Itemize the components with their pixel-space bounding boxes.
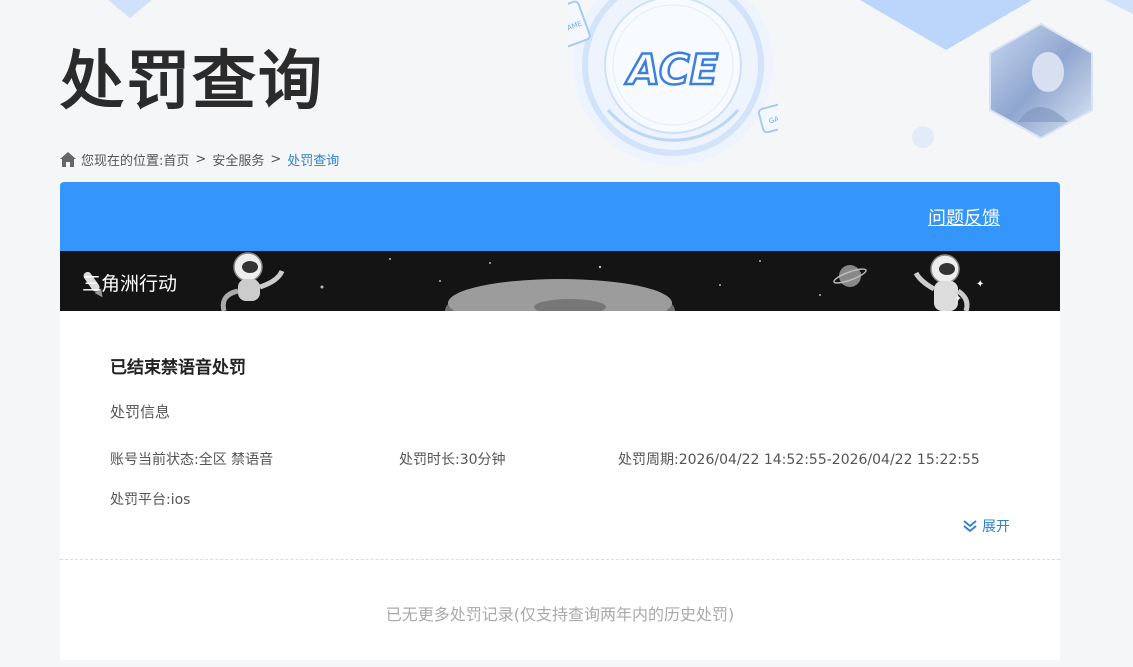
field-key: 账号当前状态: [110, 452, 199, 468]
breadcrumb-link-security[interactable]: 安全服务 [212, 150, 264, 169]
ace-logo-text: ACE [625, 45, 719, 94]
expand-button[interactable]: 展开 [962, 516, 1010, 536]
double-chevron-down-icon [963, 520, 977, 533]
field-key: 处罚时长: [399, 452, 460, 468]
breadcrumb-separator: > [270, 151, 282, 167]
penalty-card: 问题反馈 ✦ ✦ 三角洲行动 已结束禁语音处罚 处罚信息 账号当前状态:全区 禁… [60, 182, 1060, 660]
decor-triangle [1105, 0, 1133, 14]
field-value: 2026/04/22 14:52:55-2026/04/22 15:22:55 [678, 452, 980, 468]
svg-text:✦: ✦ [976, 279, 984, 290]
record-title: 已结束禁语音处罚 [110, 358, 246, 378]
account-status-field: 账号当前状态:全区 禁语音 [110, 449, 273, 469]
penalty-platform-field: 处罚平台:ios [110, 489, 190, 509]
page-title: 处罚查询 [60, 45, 324, 119]
penalty-duration-field: 处罚时长:30分钟 [399, 449, 506, 469]
field-value: 30分钟 [459, 452, 506, 468]
game-name: 三角洲行动 [82, 273, 178, 295]
avatar-hexagon [989, 22, 1093, 140]
breadcrumb-link-home[interactable]: 首页 [163, 150, 189, 169]
no-more-records-note: 已无更多处罚记录(仅支持查询两年内的历史处罚) [385, 605, 735, 624]
home-icon [60, 151, 76, 167]
expand-label: 展开 [982, 519, 1010, 535]
decor-bubble [912, 126, 934, 148]
breadcrumb-current: 处罚查询 [287, 153, 340, 169]
field-value: 全区 禁语音 [198, 452, 274, 468]
breadcrumb: 您现在的位置: 首页 > 安全服务 > 处罚查询 [60, 149, 339, 169]
penalty-period-field: 处罚周期:2026/04/22 14:52:55-2026/04/22 15:2… [618, 449, 980, 469]
penalty-record: 已结束禁语音处罚 处罚信息 账号当前状态:全区 禁语音 处罚时长:30分钟 处罚… [60, 311, 1060, 560]
card-header: 问题反馈 [60, 182, 1060, 251]
game-banner: ✦ ✦ 三角洲行动 [60, 251, 1060, 311]
field-value: ios [170, 492, 191, 508]
ace-emblem-logo: GAME GAME ACE [568, 0, 778, 165]
field-key: 处罚平台: [110, 492, 171, 508]
feedback-link[interactable]: 问题反馈 [928, 204, 1000, 230]
svg-text:✦: ✦ [955, 294, 962, 303]
breadcrumb-prefix: 您现在的位置: [81, 153, 164, 169]
field-key: 处罚周期: [618, 452, 679, 468]
breadcrumb-separator: > [195, 151, 207, 167]
section-label: 处罚信息 [110, 403, 171, 421]
decor-triangle [108, 0, 152, 18]
banner-artwork: ✦ ✦ [83, 252, 984, 311]
